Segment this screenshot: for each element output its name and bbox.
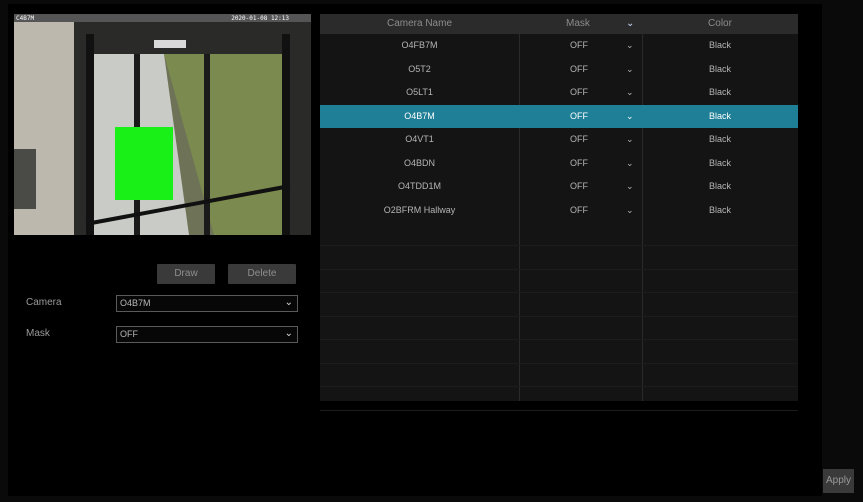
row-color-value: Black [708,110,731,121]
camera-select-value: O4B7M [120,298,151,308]
mask-select[interactable]: OFF ⌄ [116,326,298,343]
row-camera-name: O5LT1 [406,87,433,97]
chevron-down-icon[interactable]: ⌄ [626,205,634,216]
empty-row [320,246,798,270]
empty-row [320,222,798,246]
chevron-down-icon[interactable]: ⌄ [626,158,634,169]
table-row[interactable]: O4B7M OFF ⌄ Black [320,104,798,128]
row-color-value: Black [708,134,731,144]
row-color-value: Black [708,87,731,97]
table-row[interactable]: O5T2 OFF ⌄ Black [320,58,798,82]
row-mask-value[interactable]: OFF [570,158,588,168]
row-color-value: Black [708,63,731,74]
osd-camera-label: C4B7M [16,15,35,22]
empty-row [320,316,798,340]
chevron-down-icon[interactable]: ⌄ [626,40,634,51]
table-row[interactable]: O4FB7M OFF ⌄ Black [320,34,798,58]
row-color-value: Black [708,181,731,191]
row-mask-value[interactable]: OFF [570,181,588,191]
table-row[interactable]: O4BDN OFF ⌄ Black [320,152,798,176]
header-color: Color [708,18,732,29]
chevron-down-icon[interactable]: ⌄ [626,111,634,122]
row-color-value: Black [708,204,731,215]
draw-button[interactable]: Draw [157,264,215,284]
row-camera-name: O4FB7M [401,40,438,50]
chevron-down-icon: ⌄ [284,297,293,308]
apply-button[interactable]: Apply [823,469,854,493]
camera-select[interactable]: O4B7M ⌄ [116,295,298,312]
row-camera-name: O4VT1 [405,134,434,144]
table-row[interactable]: O4VT1 OFF ⌄ Black [320,128,798,152]
camera-preview[interactable]: C4B7M 2020-01-08 12:13 [14,14,311,235]
mask-label: Mask [26,328,50,339]
row-color-value: Black [708,40,731,50]
row-mask-value[interactable]: OFF [570,205,588,215]
table-row[interactable]: O5LT1 OFF ⌄ Black [320,81,798,105]
row-camera-name: O5T2 [408,63,431,74]
row-camera-name: O4BDN [403,157,435,168]
chevron-down-icon[interactable]: ⌄ [626,134,634,145]
empty-row [320,340,798,364]
table-header: Camera Name Mask ⌄ Color [320,14,798,34]
empty-row [320,293,798,317]
camera-mask-table: Camera Name Mask ⌄ Color O4FB7M OFF ⌄ Black… [320,14,798,411]
camera-label: Camera [26,297,62,308]
mask-region [115,127,173,200]
mask-select-value: OFF [120,329,138,339]
chevron-down-icon[interactable]: ⌄ [626,181,634,192]
header-camera-name: Camera Name [386,18,453,29]
osd-timestamp: 2020-01-08 12:13 [231,15,289,22]
delete-button[interactable]: Delete [228,264,296,284]
row-mask-value[interactable]: OFF [570,40,588,50]
table-row[interactable]: O4TDD1M OFF ⌄ Black [320,175,798,199]
chevron-down-icon: ⌄ [284,328,293,339]
empty-row [320,387,798,411]
chevron-down-icon[interactable]: ⌄ [626,18,634,29]
empty-row [320,269,798,293]
row-camera-name: O2BFRM Hallway [383,204,456,215]
row-mask-value[interactable]: OFF [570,111,588,121]
row-camera-name: O4TDD1M [397,181,441,191]
row-mask-value[interactable]: OFF [570,87,588,97]
empty-row [320,363,798,387]
chevron-down-icon[interactable]: ⌄ [626,64,634,75]
table-row[interactable]: O2BFRM Hallway OFF ⌄ Black [320,199,798,223]
row-mask-value[interactable]: OFF [570,64,588,74]
row-camera-name: O4B7M [404,110,435,121]
header-mask: Mask [566,18,590,29]
chevron-down-icon[interactable]: ⌄ [626,87,634,98]
row-color-value: Black [708,157,731,168]
row-mask-value[interactable]: OFF [570,134,588,144]
